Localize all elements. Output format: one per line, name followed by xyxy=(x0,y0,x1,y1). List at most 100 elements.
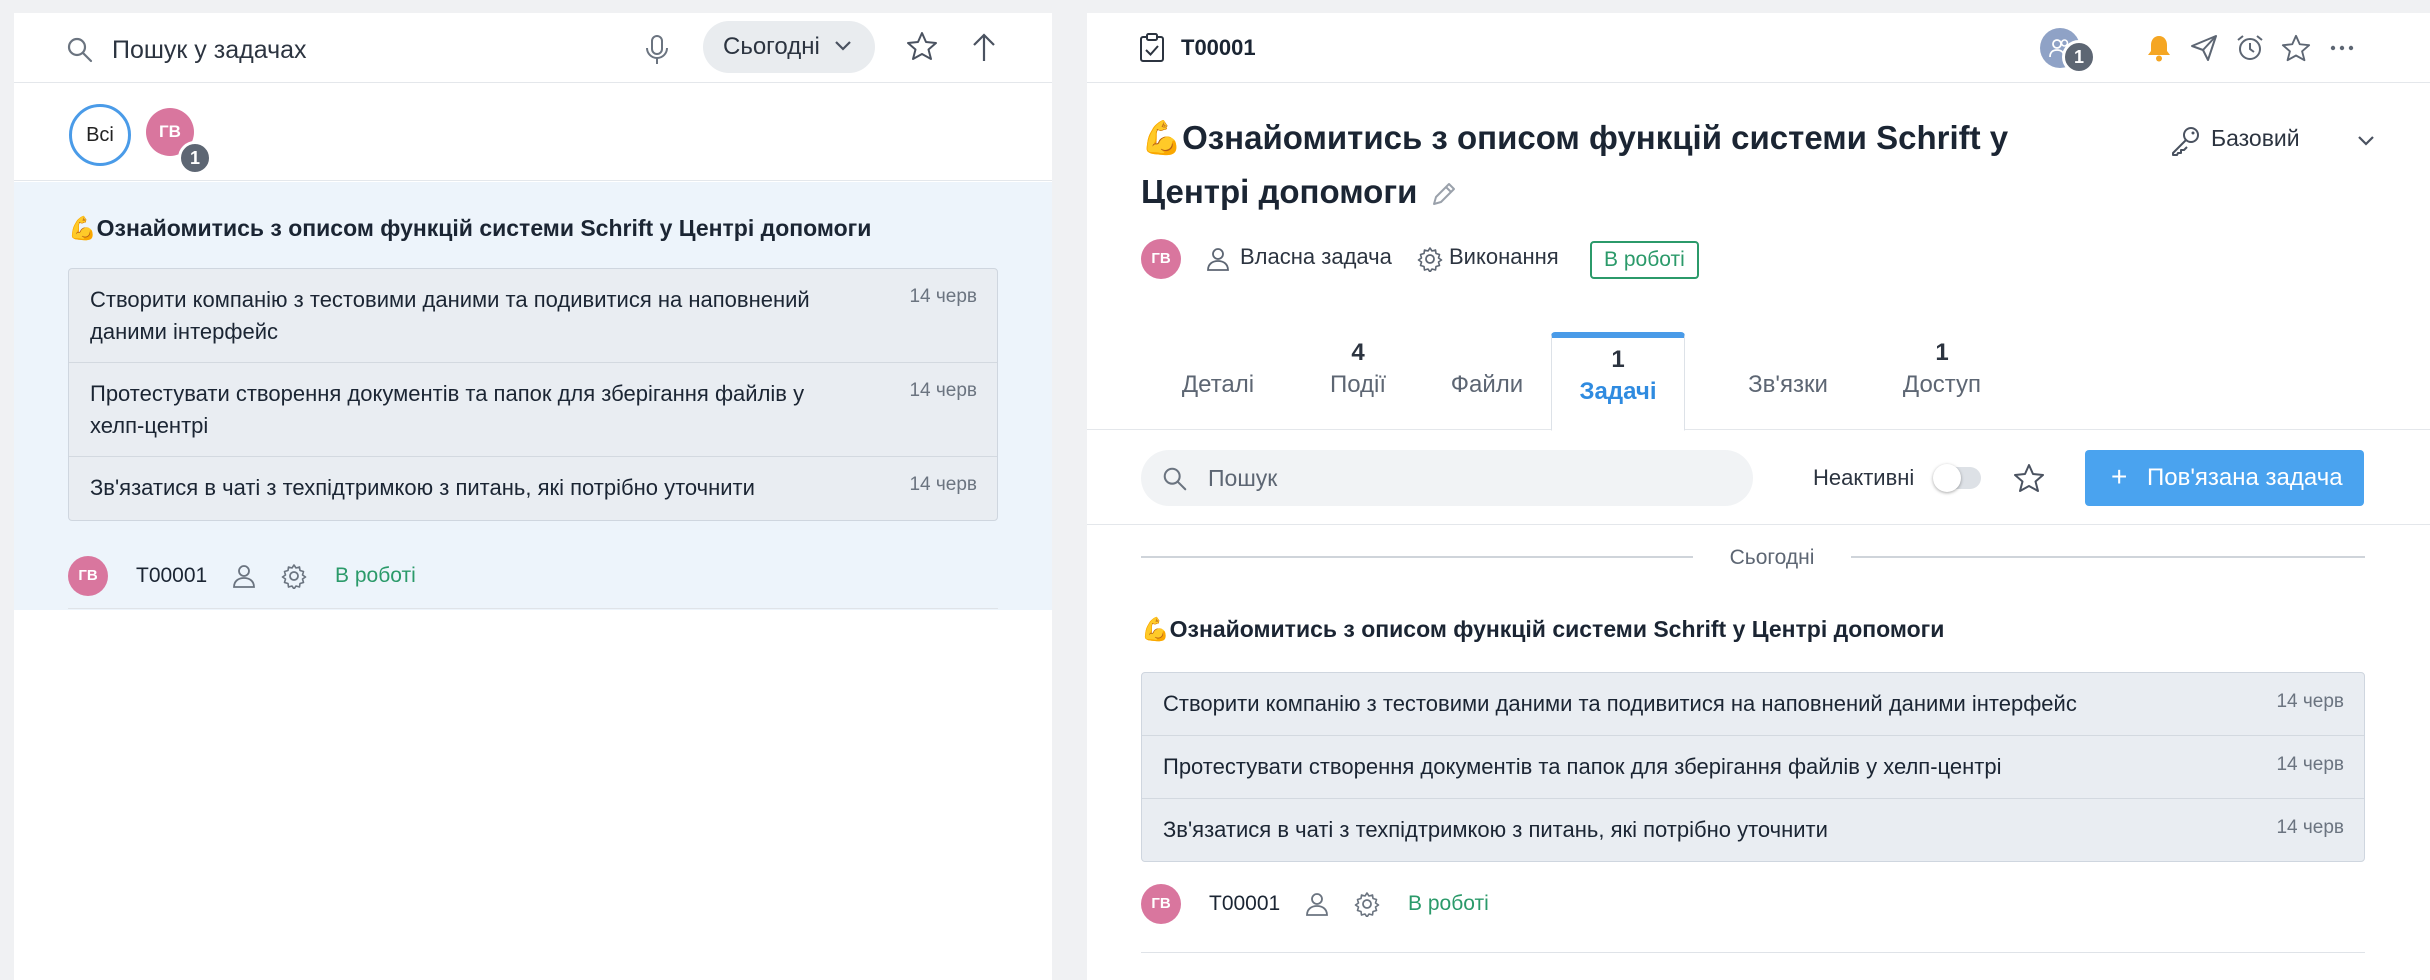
chevron-down-icon xyxy=(835,41,851,51)
task-stage[interactable]: Виконання xyxy=(1449,243,1559,271)
subtask-row[interactable]: Протестувати створення документів та пап… xyxy=(69,363,997,457)
task-card[interactable]: 💪Ознайомитись з описом функцій системи S… xyxy=(14,182,1052,610)
tab-label: Деталі xyxy=(1181,371,1255,398)
task-detail-panel: T00001 1 💪Ознайомитись з описом функцій … xyxy=(1087,13,2430,980)
participants-count-badge: 1 xyxy=(2062,40,2096,74)
period-dropdown-label: Сьогодні xyxy=(723,33,820,60)
tab-tasks[interactable]: 1 Задачі xyxy=(1551,332,1685,431)
plus-icon: + xyxy=(2111,461,2128,492)
tab-label: Файли xyxy=(1450,371,1524,398)
task-list-toolbar: Пошук у задачах Сьогодні xyxy=(14,13,1052,83)
send-icon[interactable] xyxy=(2189,33,2219,63)
sort-arrow-up-icon[interactable] xyxy=(969,30,999,64)
assignee-avatar[interactable]: ГВ xyxy=(1141,239,1181,279)
tab-label: Доступ xyxy=(1902,371,1982,398)
subtask-row[interactable]: Зв'язатися в чаті з техпідтримкою з пита… xyxy=(1142,799,2364,861)
tab-label: Події xyxy=(1329,371,1387,398)
clipboard-check-icon xyxy=(1140,33,1164,62)
group-label: Сьогодні xyxy=(1729,546,1815,569)
tab-access[interactable]: 1 Доступ xyxy=(1877,338,2007,430)
tab-links[interactable]: Зв'язки xyxy=(1718,338,1858,430)
task-list-panel: Пошук у задачах Сьогодні Всі ГВ 1 💪Ознай… xyxy=(14,13,1052,980)
subtask-text: Протестувати створення документів та пап… xyxy=(90,381,805,438)
task-status: В роботі xyxy=(335,564,416,587)
subtask-date: 14 черв xyxy=(909,474,977,495)
related-task-title[interactable]: 💪Ознайомитись з описом функцій системи S… xyxy=(1141,614,1944,644)
divider xyxy=(68,608,998,609)
gear-icon xyxy=(281,564,307,589)
subtask-list: Створити компанію з тестовими даними та … xyxy=(68,268,998,521)
tab-files[interactable]: Файли xyxy=(1432,338,1542,430)
user-filter-bar: Всі ГВ 1 xyxy=(14,84,1052,181)
star-icon[interactable] xyxy=(2281,33,2311,63)
subtask-row[interactable]: Створити компанію з тестовими даними та … xyxy=(1142,673,2364,736)
task-tabs: Деталі 4 Події Файли 1 Задачі Зв'язки 1 … xyxy=(1087,320,2430,431)
tab-label: Зв'язки xyxy=(1748,371,1828,398)
star-icon[interactable] xyxy=(2013,462,2045,494)
person-icon xyxy=(233,565,255,588)
related-tasks-toolbar: Пошук Неактивні + Пов'язана задача xyxy=(1087,431,2430,525)
subtask-date: 14 черв xyxy=(909,380,977,401)
tab-count: 1 xyxy=(1611,346,1625,373)
alarm-clock-icon[interactable] xyxy=(2235,33,2265,63)
chevron-down-icon xyxy=(2358,136,2374,146)
filter-all-chip[interactable]: Всі xyxy=(69,104,131,166)
tab-count: 4 xyxy=(1351,339,1365,366)
subtask-text: Зв'язатися в чаті з техпідтримкою з пита… xyxy=(1163,817,1828,842)
subtask-date: 14 черв xyxy=(2276,754,2344,775)
tab-count xyxy=(1718,338,1858,368)
gear-icon xyxy=(1354,892,1380,917)
status-badge[interactable]: В роботі xyxy=(1590,241,1699,279)
add-related-task-button[interactable]: + Пов'язана задача xyxy=(2085,450,2364,506)
tab-count xyxy=(1163,338,1273,368)
filter-user-count-badge: 1 xyxy=(178,141,212,175)
subtask-row[interactable]: Зв'язатися в чаті з техпідтримкою з пита… xyxy=(69,457,997,520)
subtask-date: 14 черв xyxy=(909,286,977,307)
tab-label: Задачі xyxy=(1579,378,1657,405)
access-level-label: Базовий xyxy=(2211,125,2300,151)
search-icon xyxy=(1163,467,1187,491)
tab-count xyxy=(1432,338,1542,368)
person-icon xyxy=(1207,248,1229,271)
task-title-text: 💪Ознайомитись з описом функцій системи S… xyxy=(1141,119,2009,210)
tab-events[interactable]: 4 Події xyxy=(1303,338,1413,430)
key-icon xyxy=(2172,127,2199,156)
task-id: T00001 xyxy=(136,564,208,587)
assignee-avatar: ГВ xyxy=(1141,884,1181,924)
task-detail-header: T00001 1 xyxy=(1087,13,2430,83)
microphone-icon[interactable] xyxy=(642,33,672,67)
divider xyxy=(1141,952,2365,953)
search-placeholder: Пошук xyxy=(1208,465,1278,491)
subtask-text: Створити компанію з тестовими даними та … xyxy=(90,287,810,344)
more-horizontal-icon[interactable] xyxy=(2327,33,2357,63)
related-task-status: В роботі xyxy=(1408,892,1489,915)
add-related-task-label: Пов'язана задача xyxy=(2147,464,2343,491)
inactive-toggle[interactable] xyxy=(1933,464,1981,492)
toggle-knob xyxy=(1933,464,1961,492)
related-search-input[interactable]: Пошук xyxy=(1141,450,1753,506)
subtask-list: Створити компанію з тестовими даними та … xyxy=(1141,672,2365,862)
subtask-row[interactable]: Створити компанію з тестовими даними та … xyxy=(69,269,997,363)
period-dropdown[interactable]: Сьогодні xyxy=(703,21,875,73)
tab-count: 1 xyxy=(1935,339,1949,366)
divider xyxy=(1851,556,2365,558)
search-icon[interactable] xyxy=(65,35,95,65)
subtask-row[interactable]: Протестувати створення документів та пап… xyxy=(1142,736,2364,799)
assignee-avatar: ГВ xyxy=(68,556,108,596)
subtask-text: Створити компанію з тестовими даними та … xyxy=(1163,691,2077,716)
task-owner-type[interactable]: Власна задача xyxy=(1240,243,1392,271)
related-task-id: T00001 xyxy=(1209,892,1281,915)
subtask-date: 14 черв xyxy=(2276,691,2344,712)
divider xyxy=(1141,556,1693,558)
pencil-edit-icon[interactable] xyxy=(1429,179,1459,209)
subtask-date: 14 черв xyxy=(2276,817,2344,838)
gear-icon xyxy=(1417,247,1443,272)
inactive-toggle-label: Неактивні xyxy=(1813,465,1915,490)
task-card-title: 💪Ознайомитись з описом функцій системи S… xyxy=(68,215,872,241)
bell-icon[interactable] xyxy=(2144,33,2174,63)
star-icon[interactable] xyxy=(906,30,938,62)
task-search-input[interactable]: Пошук у задачах xyxy=(112,33,307,67)
header-task-id: T00001 xyxy=(1181,35,1256,60)
subtask-text: Зв'язатися в чаті з техпідтримкою з пита… xyxy=(90,475,755,500)
tab-details[interactable]: Деталі xyxy=(1163,338,1273,430)
